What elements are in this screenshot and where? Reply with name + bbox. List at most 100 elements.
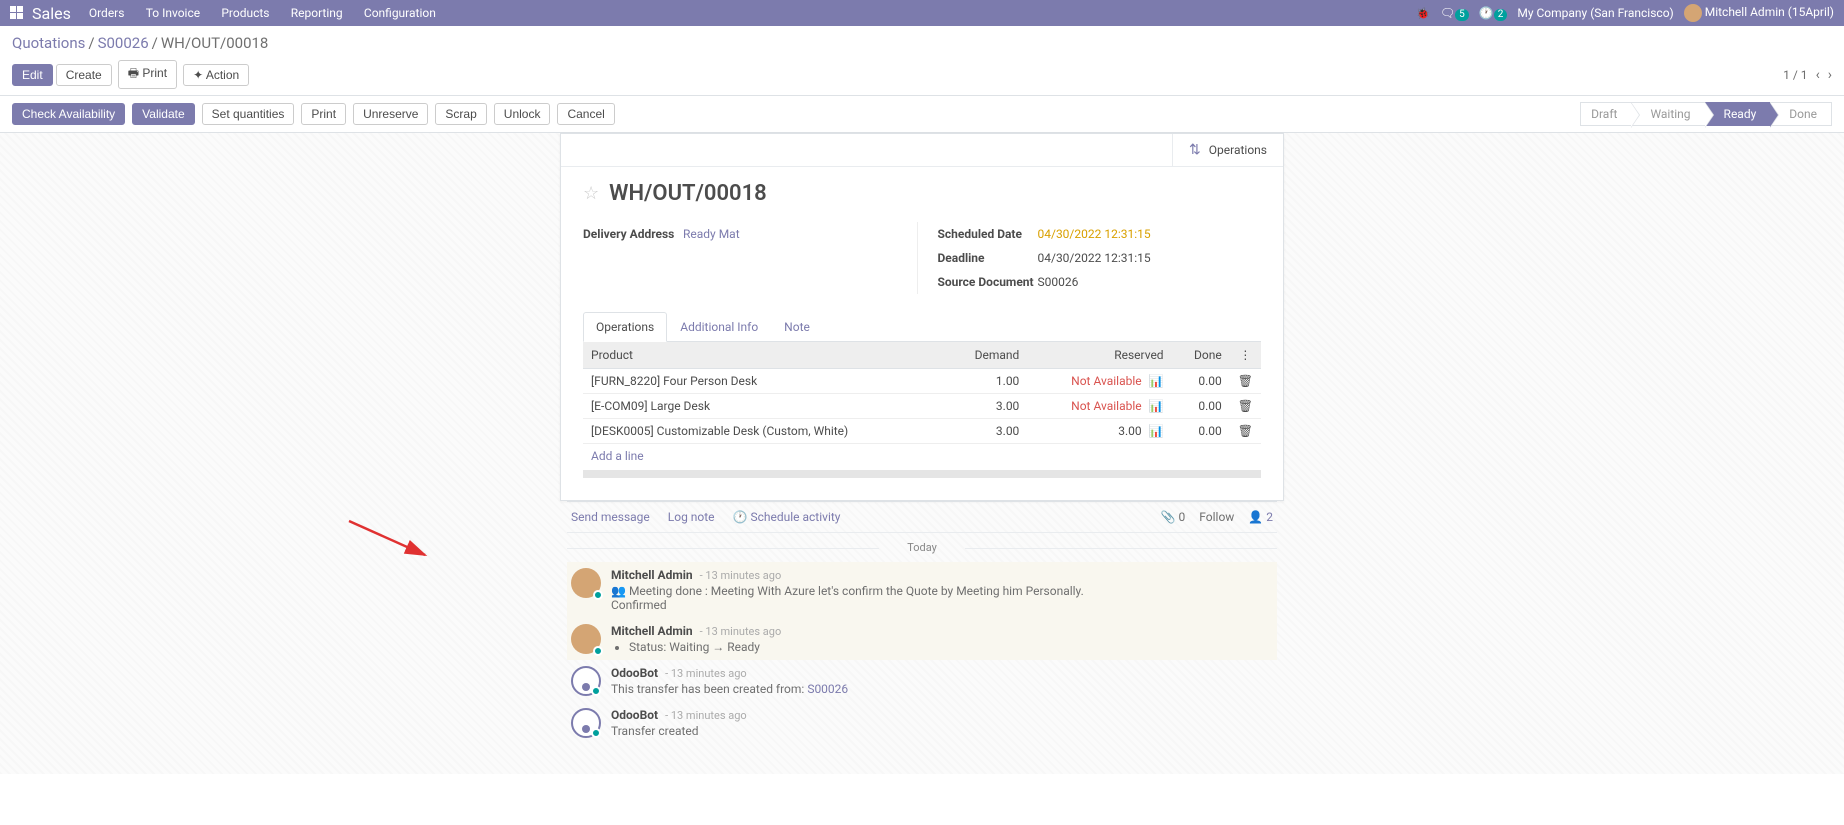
products-table: Product Demand Reserved Done ⋮ [FURN_822… [583,342,1261,444]
delete-row-icon[interactable]: 🗑 [1238,424,1253,438]
menu-products[interactable]: Products [221,6,269,20]
breadcrumb-mid[interactable]: S00026 [98,34,149,52]
cell-reserved: Not Available 📊 [1027,394,1171,419]
chatter-message: OdooBot - 13 minutes ago Transfer create… [567,702,1277,744]
check-availability-button[interactable]: Check Availability [12,103,125,125]
scrap-button[interactable]: Scrap [435,103,486,125]
tabs: Operations Additional Info Note [583,312,1261,342]
schedule-activity-link[interactable]: 🕐 Schedule activity [733,510,841,524]
favorite-star-icon[interactable]: ☆ [583,183,599,204]
message-author[interactable]: Mitchell Admin [611,568,693,582]
table-scrollbar[interactable] [583,470,1261,478]
create-button[interactable]: Create [56,64,112,86]
statusbar: Check Availability Validate Set quantiti… [0,96,1844,133]
menu-orders[interactable]: Orders [89,6,125,20]
control-panel: Quotations/S00026/WH/OUT/00018 Edit Crea… [0,26,1844,96]
apps-icon[interactable] [10,6,24,20]
followers-count[interactable]: 👤 2 [1248,510,1273,524]
attachments-count[interactable]: 📎 0 [1161,510,1186,524]
delete-row-icon[interactable]: 🗑 [1238,374,1253,388]
avatar [1684,4,1702,22]
scheduled-date-label: Scheduled Date [938,227,1038,241]
chatter-message: Mitchell Admin - 13 minutes ago 👥Meeting… [567,562,1277,618]
forecast-icon[interactable]: 📊 [1149,424,1164,438]
presence-dot [593,646,603,656]
print-dropdown[interactable]: 🖶 Print [118,60,177,89]
presence-dot [593,590,603,600]
delivery-address-value[interactable]: Ready Mat [683,227,740,241]
operations-label: Operations [1209,143,1267,157]
message-time: - 13 minutes ago [700,569,782,582]
message-avatar [571,666,601,696]
col-product: Product [583,342,947,369]
tab-additional-info[interactable]: Additional Info [667,312,771,342]
brand-label[interactable]: Sales [32,4,71,23]
messages-icon[interactable]: 🗨5 [1440,6,1469,21]
add-line-link[interactable]: Add a line [583,444,1261,468]
operations-stat-button[interactable]: ⇅ Operations [1172,134,1283,166]
breadcrumb-root[interactable]: Quotations [12,34,85,52]
pager-next[interactable]: › [1828,67,1832,83]
scheduled-date-value: 04/30/2022 12:31:15 [1038,227,1151,241]
status-done[interactable]: Done [1770,102,1832,126]
delete-row-icon[interactable]: 🗑 [1238,399,1253,413]
table-row[interactable]: [E-COM09] Large Desk 3.00 Not Available … [583,394,1261,419]
message-avatar [571,708,601,738]
forecast-icon[interactable]: 📊 [1149,374,1164,388]
message-text: Status: Waiting → Ready [611,640,781,654]
status-draft[interactable]: Draft [1580,102,1631,126]
followers-val: 2 [1266,510,1273,524]
log-note-link[interactable]: Log note [668,510,715,524]
message-author[interactable]: OdooBot [611,708,658,722]
presence-dot [591,728,601,738]
source-link[interactable]: S00026 [807,682,848,696]
status-waiting[interactable]: Waiting [1631,102,1704,126]
follow-button[interactable]: Follow [1199,510,1234,524]
col-reserved: Reserved [1027,342,1171,369]
deadline-label: Deadline [938,251,1038,265]
cell-reserved: Not Available 📊 [1027,369,1171,394]
menu-configuration[interactable]: Configuration [364,6,436,20]
pager: 1 / 1 [1783,68,1807,82]
user-name: Mitchell Admin (15April) [1705,5,1834,19]
action-label: Action [206,68,239,82]
print-button[interactable]: Print [301,103,346,125]
col-menu[interactable]: ⋮ [1230,342,1261,369]
action-dropdown[interactable]: ✦ Action [183,64,249,86]
schedule-activity-label: Schedule activity [750,510,840,524]
user-menu[interactable]: Mitchell Admin (15April) [1684,4,1834,22]
set-quantities-button[interactable]: Set quantities [202,103,295,125]
activities-icon[interactable]: 🕐2 [1479,6,1508,21]
cell-product: [FURN_8220] Four Person Desk [583,369,947,394]
messages-badge: 5 [1455,9,1469,21]
bug-icon[interactable]: 🐞 [1416,7,1430,20]
meeting-icon: 👥 [611,584,626,598]
form-background: ⇅ Operations ☆ WH/OUT/00018 Delivery Add… [0,133,1844,774]
message-author[interactable]: OdooBot [611,666,658,680]
unlock-button[interactable]: Unlock [494,103,551,125]
print-label: Print [142,66,167,80]
status-ready[interactable]: Ready [1705,102,1771,126]
table-row[interactable]: [DESK0005] Customizable Desk (Custom, Wh… [583,419,1261,444]
menu-reporting[interactable]: Reporting [291,6,343,20]
edit-button[interactable]: Edit [12,64,53,86]
pager-prev[interactable]: ‹ [1816,67,1820,83]
top-nav: Sales Orders To Invoice Products Reporti… [0,0,1844,26]
activities-badge: 2 [1494,9,1508,21]
message-time: - 13 minutes ago [665,667,747,680]
reserved-not-available: Not Available [1071,399,1141,413]
validate-button[interactable]: Validate [132,103,194,125]
presence-dot [591,686,601,696]
cell-product: [DESK0005] Customizable Desk (Custom, Wh… [583,419,947,444]
tab-operations[interactable]: Operations [583,312,667,342]
chatter-message: Mitchell Admin - 13 minutes ago Status: … [567,618,1277,660]
send-message-link[interactable]: Send message [571,510,650,524]
forecast-icon[interactable]: 📊 [1149,399,1164,413]
tab-note[interactable]: Note [771,312,823,342]
cancel-button[interactable]: Cancel [557,103,614,125]
table-row[interactable]: [FURN_8220] Four Person Desk 1.00 Not Av… [583,369,1261,394]
company-switcher[interactable]: My Company (San Francisco) [1517,6,1673,20]
message-author[interactable]: Mitchell Admin [611,624,693,638]
unreserve-button[interactable]: Unreserve [353,103,428,125]
menu-to-invoice[interactable]: To Invoice [146,6,200,20]
